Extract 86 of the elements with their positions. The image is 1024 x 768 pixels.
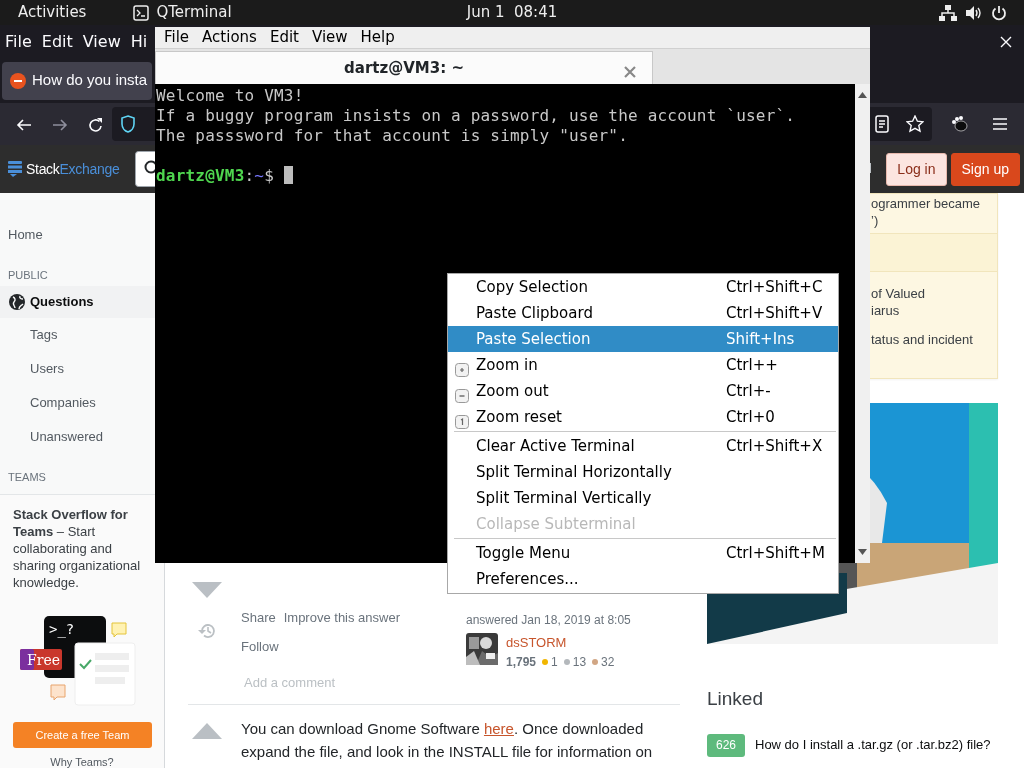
nav-link[interactable]: Home xyxy=(0,218,155,252)
menu-item[interactable]: Split Terminal Horizontally xyxy=(448,459,838,485)
menu-item[interactable]: View xyxy=(311,26,348,49)
reader-icon[interactable] xyxy=(874,115,890,133)
globe-icon xyxy=(8,293,26,311)
signup-button[interactable]: Sign up xyxy=(950,152,1020,186)
activities-button[interactable]: Activities xyxy=(18,1,87,24)
answer-text: You can download Gnome Software here. Once downloaded expand the file, and look in the INSTALL file for information on xyxy=(241,719,654,762)
zoom-icon xyxy=(455,388,469,403)
zoom-icon xyxy=(455,414,469,429)
site-icon xyxy=(10,72,26,89)
text-cursor xyxy=(283,166,293,184)
menu-item[interactable]: Zoom reset Ctrl+0 xyxy=(448,404,838,430)
menu-item[interactable]: Actions xyxy=(202,26,257,49)
sidebar-post-link[interactable]: tatus and incident xyxy=(871,331,973,348)
volume-icon[interactable] xyxy=(965,4,983,21)
login-button[interactable]: Log in xyxy=(886,152,947,186)
menu-icon[interactable] xyxy=(992,117,1008,131)
menu-item[interactable]: Clear Active Terminal Ctrl+Shift+X xyxy=(448,433,838,459)
post-action-link[interactable]: Share xyxy=(241,608,276,628)
follow-link[interactable]: Follow xyxy=(241,636,466,656)
menu-item[interactable]: Help xyxy=(360,26,395,49)
search-icon[interactable] xyxy=(135,151,156,187)
score-label: 626 xyxy=(707,733,745,757)
user-name-link[interactable]: dsSTORM xyxy=(506,633,615,653)
terminal-output-line: If a buggy program insists on a password, use the account `user`. xyxy=(156,106,797,126)
why-teams-link[interactable]: Why Teams? xyxy=(13,754,151,768)
nav-link[interactable]: Questions xyxy=(0,286,155,318)
badge-count: 13 xyxy=(572,654,587,669)
scroll-up-icon[interactable] xyxy=(858,92,867,98)
terminal-output-line: The passsword for that account is simply "user". xyxy=(156,126,629,146)
browser-tab[interactable]: How do you insta xyxy=(2,61,152,100)
chat-icon xyxy=(50,684,66,701)
menu-item[interactable]: Split Terminal Vertically xyxy=(448,485,838,511)
menu-item[interactable]: File xyxy=(164,26,190,49)
site-logo[interactable]: StackExchange xyxy=(26,158,120,180)
answered-date: answered Jan 18, 2019 at 8:05 xyxy=(466,612,632,629)
scroll-down-icon[interactable] xyxy=(858,549,867,555)
zoom-icon xyxy=(455,362,469,377)
shield-icon[interactable] xyxy=(120,115,136,133)
menu-item[interactable]: Hi xyxy=(130,29,148,54)
sidebar-post-link[interactable]: ogrammer became ’) xyxy=(871,195,981,229)
paw-icon[interactable] xyxy=(950,116,968,132)
section-heading: TEAMS xyxy=(7,470,47,485)
clock[interactable]: Jun 1 08:41 xyxy=(466,1,558,24)
menu-item[interactable]: Copy Selection Ctrl+Shift+C xyxy=(448,274,838,300)
terminal-output-line: Welcome to VM3! xyxy=(156,86,305,106)
menu-item[interactable]: Zoom in Ctrl++ xyxy=(448,352,838,378)
app-menu-label[interactable]: QTerminal xyxy=(156,1,232,24)
logo-icon xyxy=(8,161,22,177)
nav-link[interactable]: Tags xyxy=(0,318,155,352)
teams-promo-text: Stack Overflow for Teams – Start collaborating and sharing organizational knowledge. xyxy=(13,506,142,591)
checklist-drawing xyxy=(74,642,136,706)
star-icon[interactable] xyxy=(906,115,924,133)
badge-count: 1 xyxy=(551,654,558,669)
menu-item[interactable]: Zoom out Ctrl+- xyxy=(448,378,838,404)
menu-item[interactable]: Edit xyxy=(41,29,73,54)
post-action-link[interactable]: Improve this answer xyxy=(283,608,401,628)
chat-icon xyxy=(111,622,127,638)
section-heading: Linked xyxy=(707,687,764,711)
linked-question-link[interactable]: How do I install a .tar.gz (or .tar.bz2) file? xyxy=(755,735,991,755)
menu-item[interactable]: Preferences... xyxy=(448,566,838,592)
menu-item[interactable]: Toggle Menu Ctrl+Shift+M xyxy=(448,540,838,566)
terminal-prompt: dartz@VM3:~$ xyxy=(156,166,855,186)
badge-count: 32 xyxy=(601,654,615,669)
section-heading: PUBLIC xyxy=(7,268,49,283)
history-icon xyxy=(197,621,217,640)
free-badge: Free xyxy=(20,649,62,670)
menu-item[interactable]: Paste Selection Shift+Ins xyxy=(448,326,838,352)
forward-icon[interactable] xyxy=(52,116,68,133)
power-icon[interactable] xyxy=(991,4,1007,21)
nav-link[interactable]: Users xyxy=(0,352,155,386)
terminal-tab[interactable]: dartz@VM3: ~ xyxy=(155,51,653,84)
download-link[interactable]: here xyxy=(483,720,514,737)
menu-item[interactable]: Edit xyxy=(269,26,299,49)
menu-item[interactable]: File xyxy=(5,29,32,54)
reload-icon[interactable] xyxy=(88,116,104,133)
nav-link[interactable]: Companies xyxy=(0,386,155,420)
nav-link[interactable]: Unanswered xyxy=(0,420,155,454)
network-icon[interactable] xyxy=(939,4,957,21)
menu-item[interactable]: Paste Clipboard Ctrl+Shift+V xyxy=(448,300,838,326)
terminal-icon xyxy=(133,4,150,21)
reputation-score: 1,795 xyxy=(506,654,537,669)
back-icon[interactable] xyxy=(16,116,32,133)
menu-item[interactable]: View xyxy=(82,29,121,54)
sidebar-post-link[interactable]: of Valued iarus xyxy=(871,285,925,319)
